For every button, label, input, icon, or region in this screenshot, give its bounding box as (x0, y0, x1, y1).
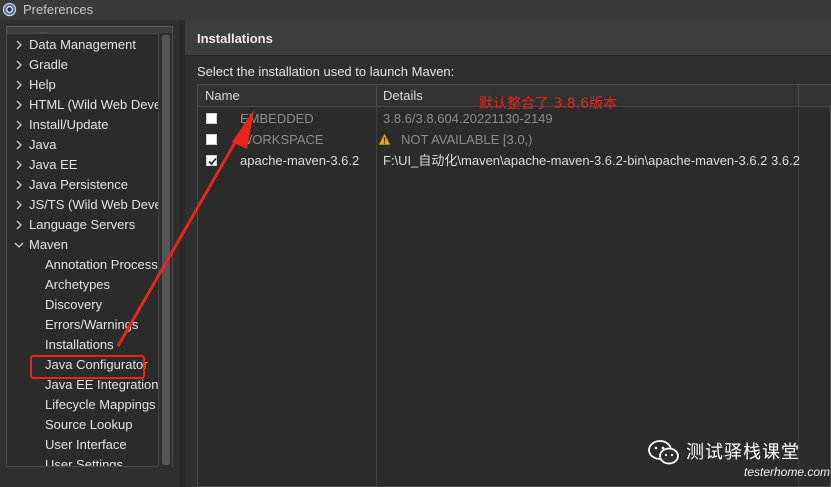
tree-item-label: Java Persistence (29, 177, 128, 192)
chevron-right-icon[interactable] (13, 115, 25, 135)
chevron-down-icon[interactable] (13, 235, 25, 255)
watermark-url: testerhome.com (744, 465, 831, 479)
tree-item-label: Archetypes (45, 277, 111, 292)
tree-item-label: Help (29, 77, 56, 92)
gear-icon (2, 2, 17, 17)
watermark: 测试驿栈课堂 testerhome.com (648, 436, 831, 487)
installations-page: Select the installation used to launch M… (185, 57, 831, 487)
chevron-right-icon[interactable] (13, 135, 25, 155)
watermark-title: 测试驿栈课堂 (686, 442, 800, 463)
installation-details: F:\UI_自动化\maven\apache-maven-3.6.2-bin\a… (383, 153, 800, 168)
table-row[interactable]: apache-maven-3.6.2 F:\UI_自动化\maven\apach… (198, 150, 831, 172)
row-checkbox[interactable] (206, 134, 217, 145)
chevron-right-icon[interactable] (13, 95, 25, 115)
column-divider[interactable] (376, 85, 377, 107)
installations-table: Name Details EMBEDDED 3.8.6/3.8.604.2022… (197, 84, 831, 487)
installation-name: EMBEDDED (240, 111, 314, 126)
chevron-right-icon[interactable] (13, 175, 25, 195)
column-header-name[interactable]: Name (205, 85, 240, 107)
chevron-right-icon[interactable] (13, 155, 25, 175)
chevron-right-icon[interactable] (13, 215, 25, 235)
table-row[interactable]: WORKSPACE NOT AVAILABLE [3.0,) (198, 129, 831, 151)
chevron-right-icon[interactable] (13, 55, 25, 75)
installations-highlight-box (30, 355, 145, 379)
warning-icon (378, 133, 391, 145)
tree-item-label: Java (29, 137, 57, 152)
tree-item-label: Source Lookup (45, 417, 133, 432)
title-bar: Preferences (0, 0, 831, 20)
chevron-right-icon[interactable] (13, 195, 25, 215)
wechat-icon (648, 440, 679, 465)
annotation-text: 默认整合了 3.8.6版本 (479, 96, 618, 112)
tree-item-label: Install/Update (29, 117, 109, 132)
tree-item-label: Gradle (29, 57, 69, 72)
installation-name: apache-maven-3.6.2 (240, 153, 360, 168)
installation-details: NOT AVAILABLE [3.0,) (401, 132, 533, 147)
tree-item-label: Annotation Process (45, 257, 158, 272)
tree-item-label: Discovery (45, 297, 103, 312)
tree-item-label: Data Management (29, 37, 136, 52)
chevron-right-icon[interactable] (13, 35, 25, 55)
tree-item-label: User Settings (45, 457, 124, 467)
tree-item-label: Maven (29, 237, 69, 252)
scrollbar-thumb[interactable] (162, 35, 170, 465)
column-divider[interactable] (798, 85, 799, 107)
tree-item-label: Language Servers (29, 217, 136, 232)
preferences-tree: Data Management Gradle Help HTML (Wild W… (6, 33, 173, 467)
column-header-details[interactable]: Details (383, 85, 423, 107)
row-checkbox[interactable] (206, 113, 217, 124)
page-description: Select the installation used to launch M… (197, 64, 455, 79)
chevron-right-icon[interactable] (13, 75, 25, 95)
page-header: Installations (185, 20, 831, 56)
page-title: Installations (197, 31, 273, 46)
tree-item-label: Installations (45, 337, 114, 352)
checkmark-icon (208, 157, 217, 166)
installation-name: WORKSPACE (240, 132, 324, 147)
tree-item-label: HTML (Wild Web Deve (29, 97, 162, 112)
tree-item-label: Lifecycle Mappings (45, 397, 156, 412)
tree-scrollbar[interactable] (158, 33, 172, 467)
tree-item-label: Errors/Warnings (45, 317, 139, 332)
tree-item-label: Java EE (29, 157, 78, 172)
window-title: Preferences (23, 2, 94, 17)
tree-item-label: User Interface (45, 437, 127, 452)
row-checkbox[interactable] (206, 155, 217, 166)
tree-item-label: JS/TS (Wild Web Deve (29, 197, 162, 212)
